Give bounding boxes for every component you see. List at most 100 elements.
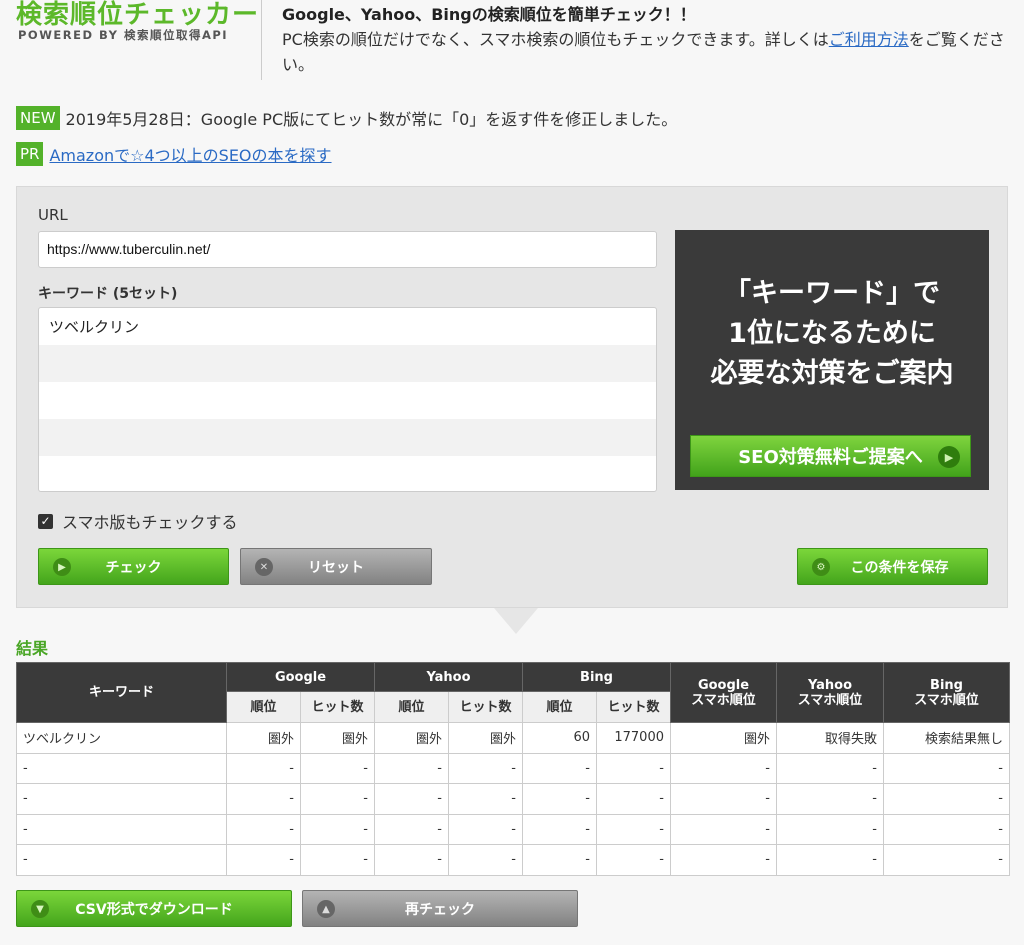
reset-button[interactable]: ✕ リセット <box>240 548 432 585</box>
result-cell: - <box>596 844 671 876</box>
result-cell: - <box>448 752 523 784</box>
pr-notice: PR Amazonで☆4つ以上のSEOの本を探す <box>16 141 332 167</box>
panel-pointer-arrow <box>494 608 538 634</box>
result-keyword-cell: ツベルクリン <box>16 722 227 754</box>
result-cell: 圏外 <box>448 722 523 754</box>
col-yahoo-hits: ヒット数 <box>448 691 523 723</box>
col-google: Google <box>226 662 375 692</box>
ad-line-3: 必要な対策をご案内 <box>710 358 954 389</box>
smartphone-check-label[interactable]: スマホ版もチェックする <box>62 509 238 533</box>
url-input[interactable]: https://www.tuberculin.net/ <box>38 231 657 268</box>
ad-text: 「キーワード」で 1位になるために 必要な対策をご案内 <box>675 274 989 394</box>
col-yahoo-mobile: Yahoo スマホ順位 <box>776 662 884 723</box>
result-cell: - <box>374 813 449 845</box>
col-google-rank: 順位 <box>226 691 301 723</box>
result-cell: - <box>776 813 884 845</box>
header-divider <box>261 0 262 80</box>
keyword-line[interactable] <box>39 345 656 382</box>
x-circle-icon: ✕ <box>255 558 273 576</box>
header-description: Google、Yahoo、Bingの検索順位を簡単チェック！！ PC検索の順位だ… <box>282 2 1012 77</box>
check-button-label: チェック <box>105 559 162 576</box>
seo-proposal-label: SEO対策無料ご提案へ <box>738 447 923 468</box>
result-cell: - <box>776 844 884 876</box>
result-keyword-cell: - <box>16 844 227 876</box>
keyword-line[interactable] <box>39 382 656 419</box>
result-cell: - <box>226 844 301 876</box>
site-header: 検索順位チェッカー POWERED BY 検索順位取得API Google、Ya… <box>0 0 1024 95</box>
result-cell: 圏外 <box>226 722 301 754</box>
logo-subtitle: POWERED BY 検索順位取得API <box>18 28 229 42</box>
new-badge: NEW <box>16 106 60 130</box>
result-cell: 60 <box>522 722 597 754</box>
result-cell: - <box>448 844 523 876</box>
result-cell: - <box>596 783 671 815</box>
table-row: ツベルクリン 圏外 圏外 圏外 圏外 60 177000 圏外 取得失敗 検索結果無し <box>16 722 1010 754</box>
pr-badge: PR <box>16 142 44 166</box>
result-cell: - <box>300 813 375 845</box>
news-notice: NEW 2019年5月28日：Google PC版にてヒット数が常に「0」を返す… <box>16 105 677 131</box>
result-cell: - <box>522 844 597 876</box>
result-cell: - <box>300 783 375 815</box>
ad-line-1: 「キーワード」で <box>724 278 940 309</box>
result-cell: 圏外 <box>300 722 375 754</box>
col-bing-rank: 順位 <box>522 691 597 723</box>
search-form-panel: URL https://www.tuberculin.net/ キーワード (5… <box>16 186 1008 608</box>
col-yahoo-rank: 順位 <box>374 691 449 723</box>
table-row: ---------- <box>16 813 1010 845</box>
result-cell: - <box>374 752 449 784</box>
gear-circle-icon: ⚙ <box>812 558 830 576</box>
usage-link[interactable]: ご利用方法 <box>829 30 909 49</box>
keyword-line[interactable] <box>39 456 656 491</box>
reset-button-label: リセット <box>308 559 364 576</box>
result-cell: - <box>226 813 301 845</box>
col-bing-hits: ヒット数 <box>596 691 671 723</box>
seo-proposal-button[interactable]: SEO対策無料ご提案へ ▶ <box>690 435 971 477</box>
pr-link[interactable]: Amazonで☆4つ以上のSEOの本を探す <box>49 142 331 166</box>
col-bing: Bing <box>522 662 671 692</box>
result-cell: 圏外 <box>670 722 777 754</box>
result-cell: 圏外 <box>374 722 449 754</box>
save-conditions-button[interactable]: ⚙ この条件を保存 <box>797 548 988 585</box>
result-cell: - <box>670 844 777 876</box>
col-keyword: キーワード <box>16 662 227 723</box>
result-cell: - <box>670 752 777 784</box>
result-cell: 取得失敗 <box>776 722 884 754</box>
result-cell: - <box>522 783 597 815</box>
table-row: ---------- <box>16 752 1010 784</box>
result-cell: - <box>670 783 777 815</box>
result-cell: - <box>300 844 375 876</box>
csv-download-button[interactable]: ▼ CSV形式でダウンロード <box>16 890 292 927</box>
result-cell: 検索結果無し <box>883 722 1010 754</box>
col-bing-mobile: Bing スマホ順位 <box>883 662 1010 723</box>
table-row: ---------- <box>16 783 1010 815</box>
results-body: ツベルクリン 圏外 圏外 圏外 圏外 60 177000 圏外 取得失敗 検索結果無し - - - - - -… <box>16 722 1010 876</box>
result-cell: - <box>226 752 301 784</box>
result-cell: - <box>670 813 777 845</box>
header-desc-text: PC検索の順位だけでなく、スマホ検索の順位もチェックできます。詳しくは <box>282 30 829 49</box>
arrow-right-circle-icon: ▶ <box>53 558 71 576</box>
result-cell: - <box>522 813 597 845</box>
result-cell: - <box>448 813 523 845</box>
keyword-line[interactable] <box>39 419 656 456</box>
smartphone-checkbox[interactable]: ✓ <box>38 513 53 529</box>
results-heading: 結果 <box>16 639 49 658</box>
arrow-up-circle-icon: ▲ <box>317 900 335 918</box>
save-button-label: この条件を保存 <box>850 559 949 576</box>
seo-ad-banner[interactable]: 「キーワード」で 1位になるために 必要な対策をご案内 SEO対策無料ご提案へ … <box>675 230 989 490</box>
col-google-hits: ヒット数 <box>300 691 375 723</box>
url-label: URL <box>38 206 68 224</box>
check-button[interactable]: ▶ チェック <box>38 548 229 585</box>
result-keyword-cell: - <box>16 752 227 784</box>
result-cell: 177000 <box>596 722 671 754</box>
result-cell: - <box>596 813 671 845</box>
result-cell: - <box>883 813 1010 845</box>
keyword-textarea[interactable]: ツベルクリン <box>38 307 657 492</box>
result-cell: - <box>226 783 301 815</box>
result-cell: - <box>776 783 884 815</box>
result-cell: - <box>883 844 1010 876</box>
header-headline: Google、Yahoo、Bingの検索順位を簡単チェック！！ <box>282 5 696 24</box>
col-google-mobile: Google スマホ順位 <box>670 662 777 723</box>
recheck-button[interactable]: ▲ 再チェック <box>302 890 578 927</box>
result-keyword-cell: - <box>16 783 227 815</box>
keyword-line[interactable]: ツベルクリン <box>39 308 656 345</box>
